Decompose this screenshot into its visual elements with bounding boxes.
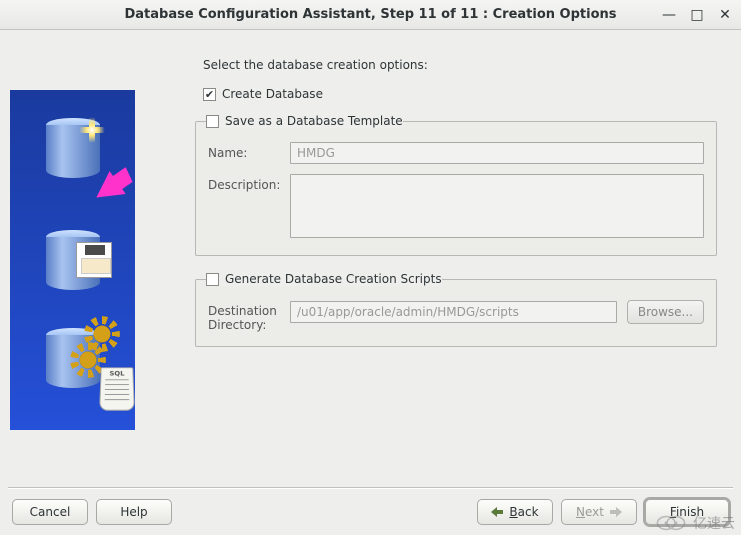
help-button[interactable]: Help — [96, 499, 172, 525]
template-name-input[interactable] — [290, 142, 704, 164]
save-template-group: Save as a Database Template Name: Descri… — [195, 114, 717, 256]
next-button[interactable]: Next — [561, 499, 637, 525]
back-arrow-icon — [491, 507, 503, 517]
floppy-disk-icon — [76, 242, 112, 278]
dest-dir-label: Destination Directory: — [208, 300, 290, 332]
next-mnemonic: N — [576, 505, 585, 519]
button-bar: Cancel Help Back Next Finish — [0, 489, 741, 535]
window-title: Database Configuration Assistant, Step 1… — [124, 7, 616, 22]
form-area: Select the database creation options: Cr… — [135, 30, 741, 486]
create-database-checkbox[interactable] — [203, 88, 216, 101]
template-name-label: Name: — [208, 142, 290, 160]
generate-scripts-checkbox[interactable] — [206, 273, 219, 286]
cancel-button[interactable]: Cancel — [12, 499, 88, 525]
create-database-option[interactable]: Create Database — [203, 84, 717, 104]
close-icon[interactable]: ✕ — [717, 7, 733, 23]
gear-icon — [74, 346, 102, 374]
back-button[interactable]: Back — [477, 499, 553, 525]
maximize-icon[interactable]: □ — [689, 7, 705, 23]
generate-scripts-label: Generate Database Creation Scripts — [225, 272, 442, 286]
generate-scripts-group: Generate Database Creation Scripts Desti… — [195, 272, 717, 347]
next-rest: ext — [585, 505, 604, 519]
generate-scripts-legend[interactable]: Generate Database Creation Scripts — [206, 272, 442, 286]
dest-dir-input[interactable] — [290, 301, 617, 323]
template-desc-input[interactable] — [290, 174, 704, 238]
back-mnemonic: B — [509, 505, 517, 519]
wizard-image-panel — [10, 90, 135, 430]
separator — [8, 487, 733, 488]
next-arrow-icon — [610, 507, 622, 517]
sql-script-icon — [99, 367, 135, 410]
back-rest: ack — [518, 505, 539, 519]
minimize-icon[interactable]: — — [661, 7, 677, 23]
save-template-legend[interactable]: Save as a Database Template — [206, 114, 403, 128]
create-database-label: Create Database — [222, 87, 323, 101]
save-template-checkbox[interactable] — [206, 115, 219, 128]
template-desc-label: Description: — [208, 174, 290, 192]
titlebar: Database Configuration Assistant, Step 1… — [0, 0, 741, 30]
save-template-label: Save as a Database Template — [225, 114, 403, 128]
browse-button[interactable]: Browse... — [627, 300, 704, 324]
instruction-text: Select the database creation options: — [203, 58, 717, 72]
main-area: Select the database creation options: Cr… — [0, 30, 741, 486]
finish-button[interactable]: Finish — [645, 499, 729, 525]
finish-rest: inish — [676, 505, 704, 519]
sparkle-icon — [74, 112, 110, 148]
window-controls: — □ ✕ — [661, 0, 733, 30]
